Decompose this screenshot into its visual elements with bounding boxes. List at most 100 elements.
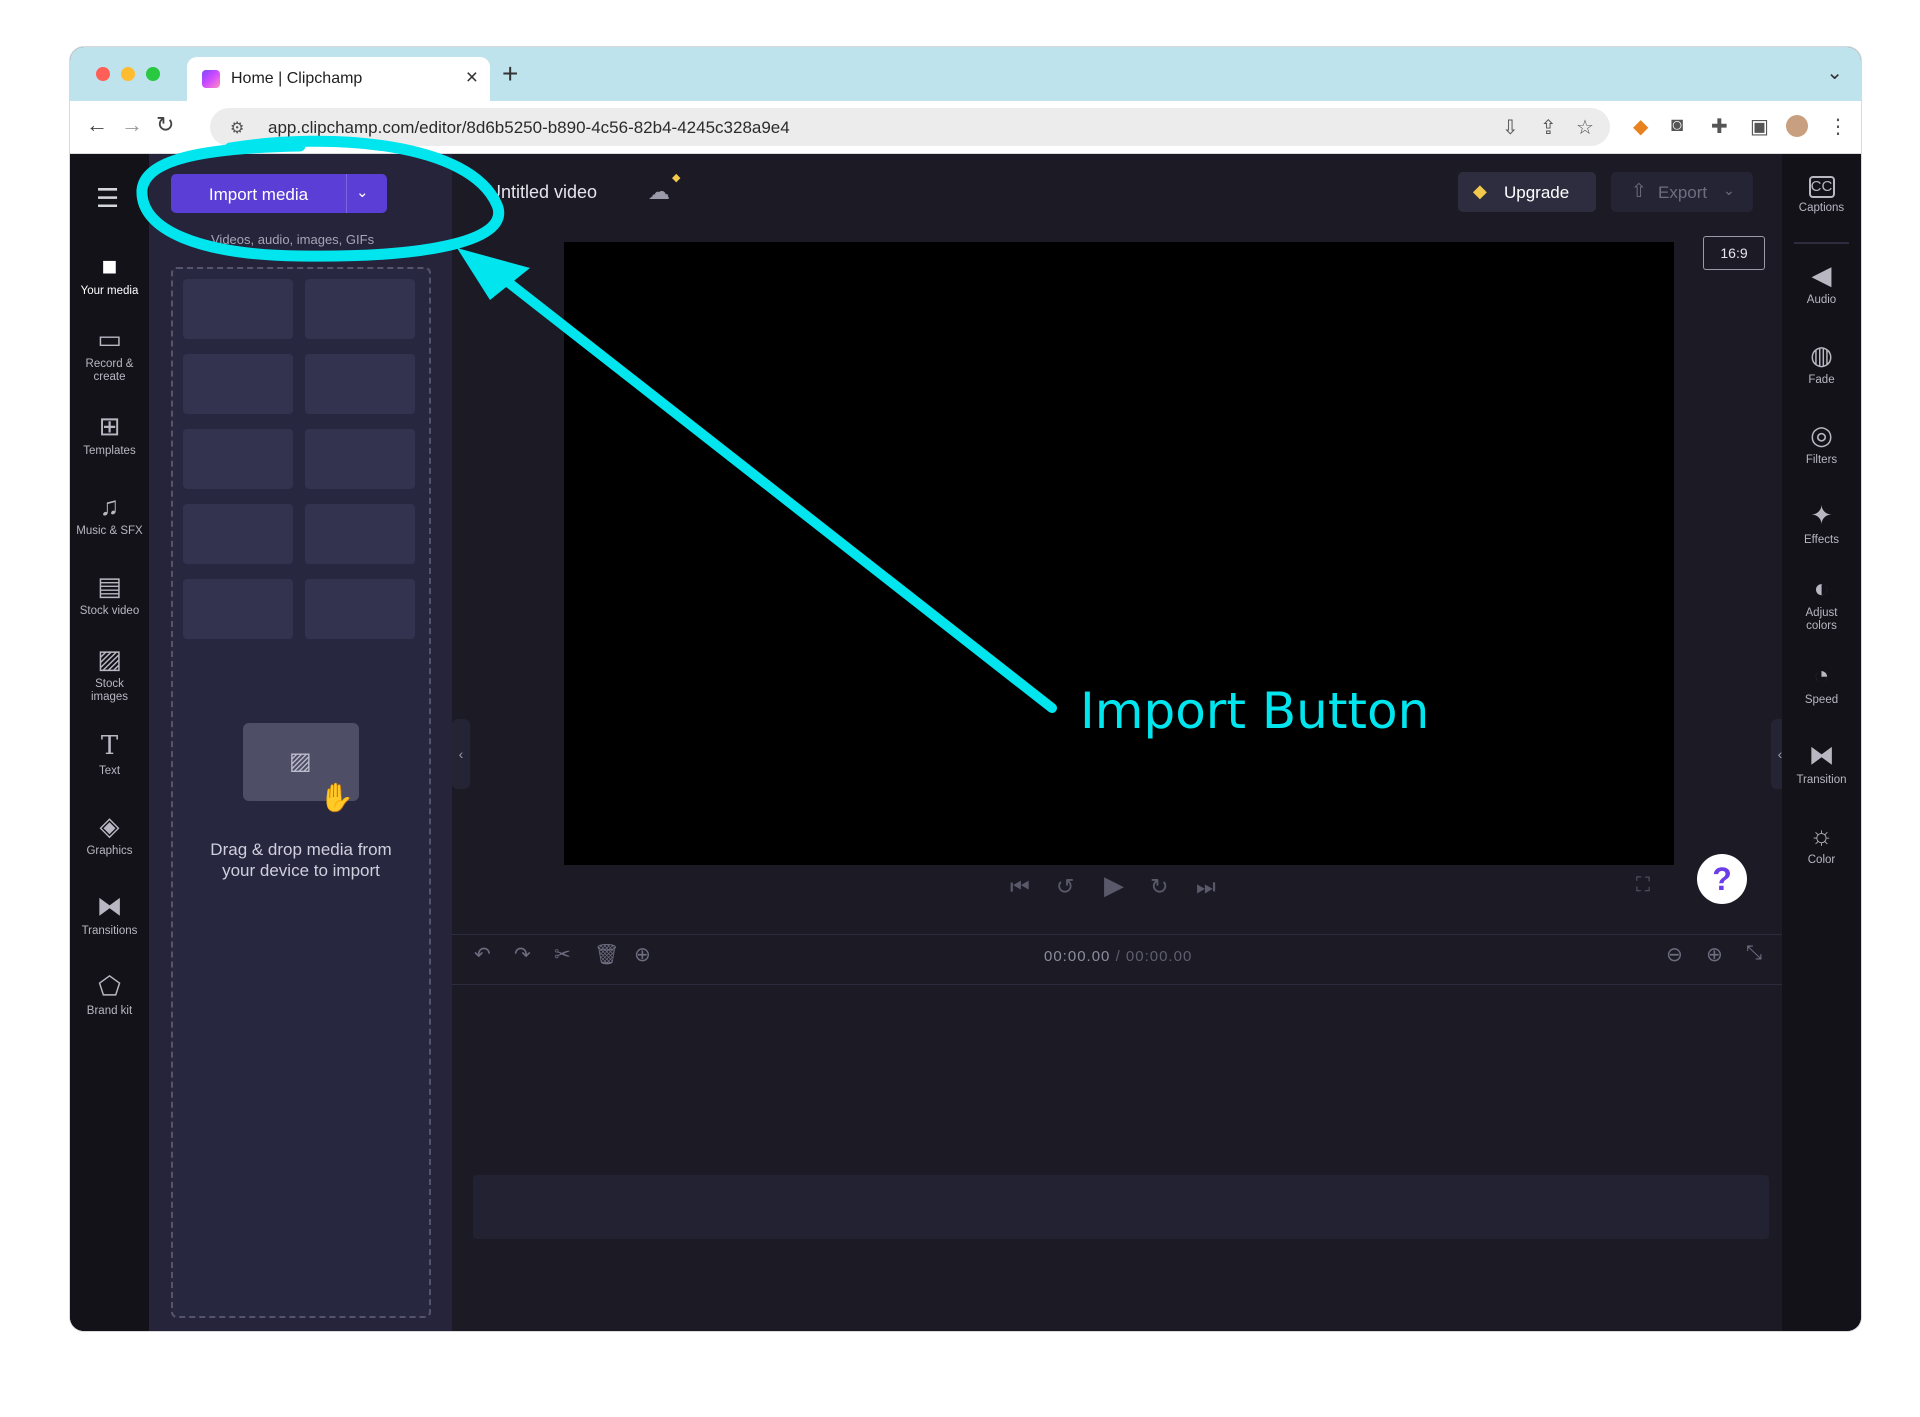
- rewind-5s-icon[interactable]: ↺: [1056, 874, 1074, 900]
- right-sidebar: CC Captions ◀ Audio ◍ Fade ◎ Filters ✦ E…: [1782, 154, 1861, 1331]
- redo-icon[interactable]: ↷: [514, 942, 531, 967]
- sidebar-item-brand-kit[interactable]: ⬠ Brand kit: [70, 971, 149, 1018]
- templates-icon: ⊞: [98, 411, 121, 441]
- drop-zone[interactable]: ▨ ✋ Drag & drop media from your device t…: [171, 267, 431, 1318]
- url-field[interactable]: ⚙ app.clipchamp.com/editor/8d6b5250-b890…: [210, 108, 1610, 146]
- sidebar-item-label: Templates: [83, 445, 136, 457]
- hamburger-menu-icon[interactable]: ☰: [96, 183, 119, 214]
- trash-icon[interactable]: 🗑: [594, 942, 619, 967]
- sidebar-item-label: Color: [1807, 854, 1836, 866]
- sidebar-item-fade[interactable]: ◍ Fade: [1782, 340, 1861, 387]
- close-window-button[interactable]: [96, 67, 110, 81]
- fullscreen-icon[interactable]: ⛶: [1636, 874, 1650, 897]
- bookmark-star-icon[interactable]: ☆: [1576, 115, 1594, 140]
- forward-5s-icon[interactable]: ↻: [1150, 874, 1168, 900]
- sidebar-item-templates[interactable]: ⊞ Templates: [70, 411, 149, 458]
- speedometer-icon: ◔: [1813, 660, 1830, 690]
- sidebar-item-stock-images[interactable]: ▨ Stock images: [70, 644, 149, 704]
- image-icon: ▨: [97, 644, 122, 674]
- share-icon[interactable]: ⇪: [1540, 115, 1557, 140]
- maximize-window-button[interactable]: [146, 67, 160, 81]
- upgrade-label: Upgrade: [1504, 183, 1570, 202]
- reload-icon[interactable]: ↻: [156, 112, 174, 138]
- fit-timeline-icon[interactable]: ⤡: [1746, 942, 1762, 965]
- upgrade-button[interactable]: ◆ Upgrade: [1458, 172, 1596, 212]
- project-title[interactable]: Untitled video: [488, 182, 597, 203]
- minimize-window-button[interactable]: [121, 67, 135, 81]
- blurred-thumbnail: [305, 579, 415, 639]
- blurred-thumbnail: [183, 279, 293, 339]
- export-button[interactable]: ⇧ Export ⌄: [1611, 172, 1753, 212]
- sidebar-item-speed[interactable]: ◔ Speed: [1782, 660, 1861, 707]
- install-app-icon[interactable]: ⇩: [1502, 115, 1519, 140]
- metamask-extension-icon[interactable]: ◆: [1633, 114, 1648, 139]
- annotation-label: Import Button: [1080, 682, 1430, 740]
- aspect-ratio-button[interactable]: 16:9: [1703, 236, 1765, 270]
- text-icon: T: [100, 731, 119, 761]
- sidebar-item-captions[interactable]: CC Captions: [1782, 172, 1861, 215]
- sidebar-item-your-media[interactable]: ■ Your media: [70, 237, 149, 317]
- forward-arrow-icon[interactable]: →: [121, 112, 143, 138]
- cloud-sync-off-icon[interactable]: ☁: [648, 179, 670, 205]
- zoom-in-icon[interactable]: ⊕: [1706, 942, 1723, 967]
- undo-icon[interactable]: ↶: [474, 942, 491, 967]
- sidebar-item-graphics[interactable]: ◈ Graphics: [70, 811, 149, 858]
- help-button[interactable]: ?: [1697, 854, 1747, 904]
- scissors-icon[interactable]: ✂: [554, 942, 571, 967]
- sidebar-item-stock-video[interactable]: ▤ Stock video: [70, 571, 149, 618]
- sidebar-item-label: Transition: [1796, 774, 1847, 786]
- back-arrow-icon[interactable]: ←: [86, 112, 108, 138]
- chevron-down-icon[interactable]: ⌄: [356, 183, 369, 201]
- folder-icon: ■: [101, 251, 118, 281]
- zoom-out-icon[interactable]: ⊖: [1666, 942, 1683, 967]
- tab-strip: Home | Clipchamp × + ⌄: [70, 47, 1861, 101]
- tab-close-icon[interactable]: ×: [466, 66, 478, 90]
- blurred-thumbnail: [305, 354, 415, 414]
- import-media-button[interactable]: Import media ⌄: [171, 174, 387, 213]
- add-media-icon[interactable]: ⊕: [634, 942, 651, 967]
- side-panel-icon[interactable]: ▣: [1750, 114, 1769, 139]
- contrast-icon: ◐: [1813, 573, 1830, 603]
- browser-tab[interactable]: Home | Clipchamp ×: [187, 57, 490, 101]
- collapse-left-panel-button[interactable]: ‹: [452, 719, 470, 789]
- sidebar-item-label: Text: [98, 765, 121, 777]
- sidebar-item-music-sfx[interactable]: ♫ Music & SFX: [70, 491, 149, 538]
- sidebar-item-filters[interactable]: ◎ Filters: [1782, 420, 1861, 467]
- play-icon[interactable]: ▶: [1104, 870, 1124, 901]
- transition-icon: ⧓: [1808, 740, 1835, 770]
- timeline-track[interactable]: [473, 1175, 1769, 1239]
- skip-forward-icon[interactable]: ⏭: [1196, 874, 1216, 900]
- skip-back-icon[interactable]: ⏮: [1010, 874, 1030, 900]
- browser-window: Home | Clipchamp × + ⌄ ← → ↻ ⚙ app.clipc…: [70, 47, 1861, 1331]
- sidebar-item-label: Effects: [1804, 534, 1839, 546]
- video-preview[interactable]: [564, 242, 1674, 865]
- film-icon: ▤: [97, 571, 122, 601]
- sidebar-item-label: Transitions: [81, 925, 138, 937]
- sidebar-item-record-create[interactable]: ▭ Record & create: [70, 324, 149, 384]
- sidebar-item-audio[interactable]: ◀ Audio: [1782, 260, 1861, 307]
- sidebar-item-text[interactable]: T Text: [70, 731, 149, 778]
- right-sidebar-divider: [1794, 242, 1849, 244]
- blurred-thumbnail: [183, 354, 293, 414]
- new-tab-button[interactable]: +: [502, 58, 518, 90]
- sidebar-item-color[interactable]: ☼ Color: [1782, 820, 1861, 867]
- palette-icon: ☼: [1809, 820, 1834, 850]
- chevron-down-icon: ⌄: [1723, 182, 1735, 198]
- sidebar-item-transitions[interactable]: ⧓ Transitions: [70, 891, 149, 938]
- sidebar-item-adjust-colors[interactable]: ◐ Adjust colors: [1782, 573, 1861, 633]
- camera-extension-icon[interactable]: ◙: [1671, 114, 1683, 137]
- tab-search-chevron-icon[interactable]: ⌄: [1826, 60, 1843, 85]
- site-info-icon[interactable]: ⚙: [230, 118, 244, 138]
- speaker-icon: ◀: [1811, 260, 1832, 290]
- sidebar-item-label: Captions: [1798, 202, 1845, 214]
- extensions-puzzle-icon[interactable]: ✚: [1711, 114, 1728, 139]
- sidebar-item-transition[interactable]: ⧓ Transition: [1782, 740, 1861, 787]
- sidebar-item-label: Speed: [1804, 694, 1839, 706]
- browser-menu-icon[interactable]: ⋮: [1828, 114, 1848, 139]
- left-sidebar: ☰ ■ Your media ▭ Record & create ⊞ Templ…: [70, 154, 149, 1331]
- window-controls: [96, 67, 160, 81]
- cc-icon: CC: [1808, 176, 1835, 198]
- sidebar-item-effects[interactable]: ✦ Effects: [1782, 500, 1861, 547]
- blurred-thumbnail: [305, 504, 415, 564]
- profile-avatar[interactable]: [1786, 115, 1808, 137]
